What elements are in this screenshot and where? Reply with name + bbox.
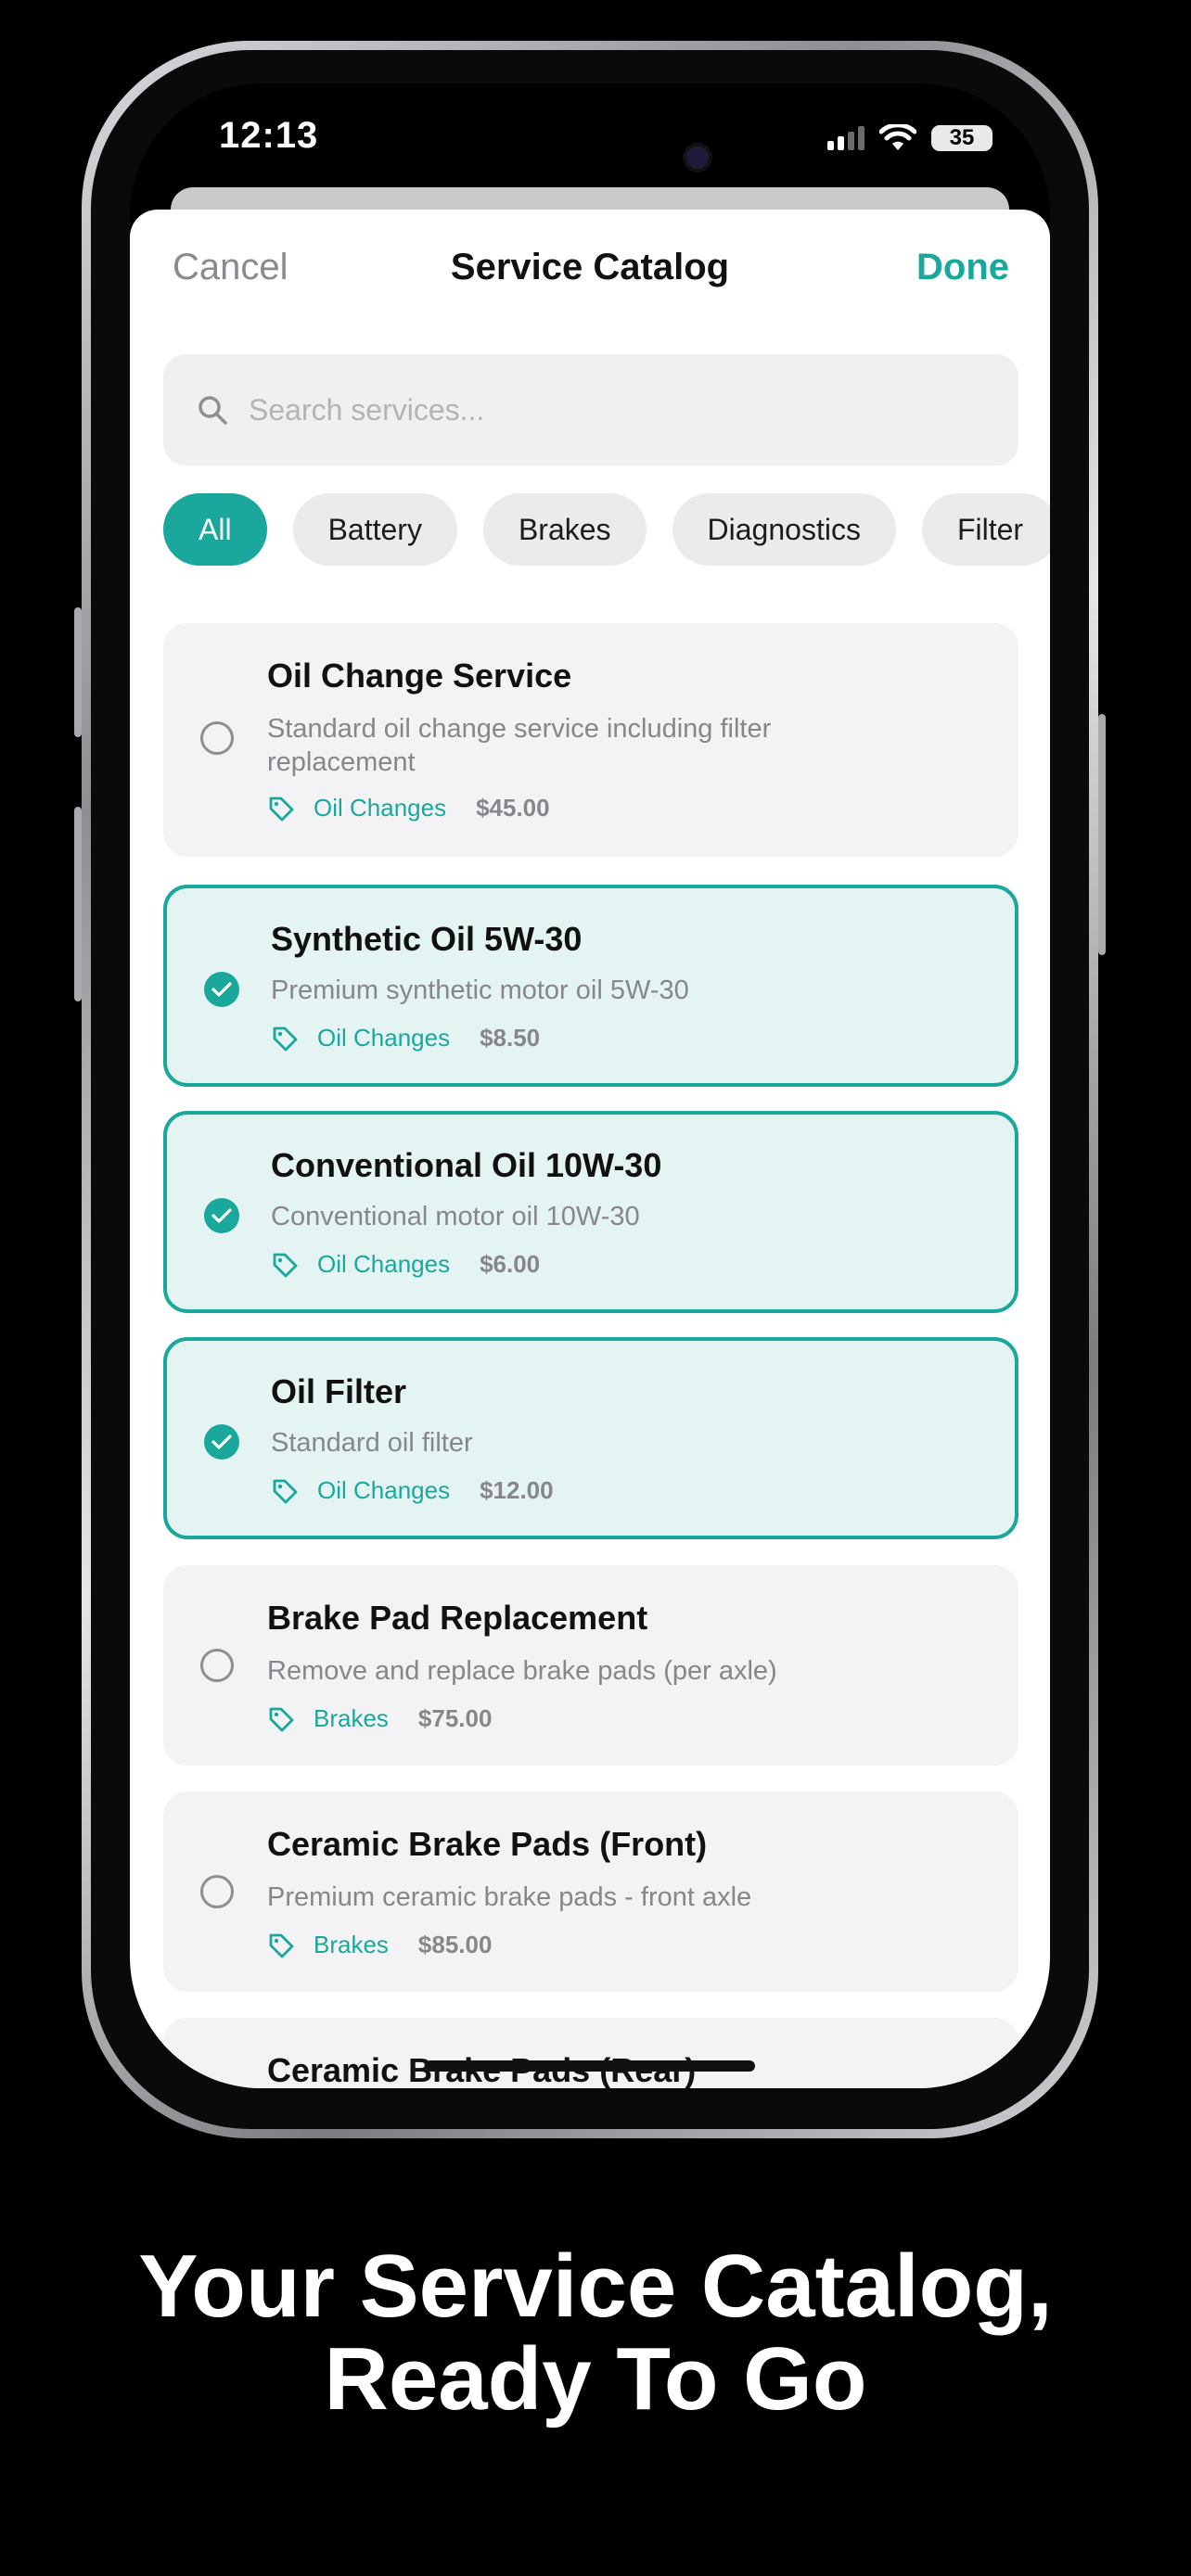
service-meta: Oil Changes $6.00	[271, 1250, 540, 1279]
tag-icon	[273, 1027, 298, 1051]
chip-diagnostics[interactable]: Diagnostics	[672, 493, 896, 566]
service-price: $6.00	[480, 1250, 541, 1278]
radio-unselected-icon[interactable]	[200, 721, 234, 755]
power-button	[1098, 714, 1106, 955]
service-title: Synthetic Oil 5W-30	[271, 920, 583, 958]
service-category: Oil Changes	[314, 794, 447, 822]
volume-down-button	[74, 807, 82, 1001]
service-price: $75.00	[417, 1704, 493, 1732]
radio-unselected-icon[interactable]	[200, 1649, 234, 1682]
service-title: Oil Filter	[271, 1372, 407, 1410]
service-title: Conventional Oil 10W-30	[271, 1146, 662, 1184]
service-category: Brakes	[314, 1931, 389, 1958]
service-item-brake-pad-replacement[interactable]: Brake Pad Replacement Remove and replace…	[163, 1565, 1018, 1766]
service-price: $12.00	[480, 1476, 554, 1504]
service-description: Standard oil filter	[271, 1428, 473, 1458]
tag-icon	[273, 1253, 298, 1277]
service-description: Standard oil change service including fi…	[267, 714, 772, 777]
service-category: Brakes	[314, 1704, 389, 1732]
service-meta: Brakes $85.00	[267, 1931, 492, 1959]
service-description: Conventional motor oil 10W-30	[271, 1202, 640, 1231]
service-price: $8.50	[480, 1024, 541, 1052]
tag-icon	[269, 1933, 294, 1958]
home-indicator[interactable]	[425, 2060, 755, 2072]
cellular-signal-icon	[827, 126, 864, 150]
checkmark-icon[interactable]	[204, 972, 239, 1007]
service-description: Remove and replace brake pads (per axle)	[267, 1656, 777, 1686]
service-item-oil-filter[interactable]: Oil Filter Standard oil filter Oil Chang…	[163, 1337, 1018, 1539]
wifi-icon	[879, 124, 916, 150]
service-category: Oil Changes	[317, 1024, 451, 1052]
service-title: Oil Change Service	[267, 657, 572, 695]
service-meta: Oil Changes $8.50	[271, 1024, 540, 1052]
caption-line-1: Your Service Catalog,	[138, 2237, 1053, 2336]
service-description: Premium synthetic motor oil 5W-30	[271, 976, 689, 1005]
tag-icon	[269, 797, 294, 821]
page-title: Service Catalog	[450, 247, 730, 287]
service-category: Oil Changes	[317, 1250, 451, 1278]
service-title: Brake Pad Replacement	[267, 1599, 648, 1637]
tag-icon	[269, 1707, 294, 1731]
camera-icon	[686, 147, 709, 169]
volume-up-button	[74, 607, 82, 737]
service-item-oil-change[interactable]: Oil Change Service Standard oil change s…	[163, 623, 1018, 857]
search-placeholder: Search services...	[249, 392, 485, 427]
chip-battery[interactable]: Battery	[292, 493, 457, 566]
search-icon	[198, 396, 227, 425]
service-meta: Brakes $75.00	[267, 1704, 492, 1733]
done-button[interactable]: Done	[916, 247, 1009, 288]
service-price: $85.00	[417, 1931, 493, 1958]
service-item-synthetic-oil[interactable]: Synthetic Oil 5W-30 Premium synthetic mo…	[163, 885, 1018, 1087]
chip-filter[interactable]: Filter	[921, 493, 1050, 566]
service-category: Oil Changes	[317, 1476, 451, 1504]
search-input[interactable]: Search services...	[163, 354, 1018, 465]
tag-icon	[273, 1479, 298, 1503]
category-filter-chips: All Battery Brakes Diagnostics Filter	[163, 493, 1050, 567]
service-description: Premium ceramic brake pads - front axle	[267, 1882, 752, 1912]
chip-all[interactable]: All	[163, 493, 267, 566]
service-price: $45.00	[476, 794, 550, 822]
status-time: 12:13	[219, 115, 319, 156]
checkmark-icon[interactable]	[204, 1424, 239, 1460]
caption-line-2: Ready To Go	[324, 2329, 867, 2429]
service-item-ceramic-brake-pads-front[interactable]: Ceramic Brake Pads (Front) Premium ceram…	[163, 1792, 1018, 1992]
service-item-conventional-oil[interactable]: Conventional Oil 10W-30 Conventional mot…	[163, 1111, 1018, 1313]
service-title: Ceramic Brake Pads (Front)	[267, 1825, 708, 1863]
battery-icon: 35	[931, 125, 992, 151]
service-meta: Oil Changes $12.00	[271, 1476, 554, 1505]
service-item-ceramic-brake-pads-rear[interactable]: Ceramic Brake Pads (Rear)	[163, 2018, 1018, 2088]
phone-screen: 12:13 35 Cancel Service Catalog Done Sea…	[130, 83, 1050, 2088]
nav-bar: Cancel Service Catalog Done	[130, 210, 1050, 336]
service-catalog-sheet: Cancel Service Catalog Done Search servi…	[130, 210, 1050, 2088]
chip-brakes[interactable]: Brakes	[482, 493, 647, 566]
checkmark-icon[interactable]	[204, 1198, 239, 1233]
service-meta: Oil Changes $45.00	[267, 794, 550, 823]
radio-unselected-icon[interactable]	[200, 1875, 234, 1908]
status-icons: 35	[827, 124, 992, 152]
